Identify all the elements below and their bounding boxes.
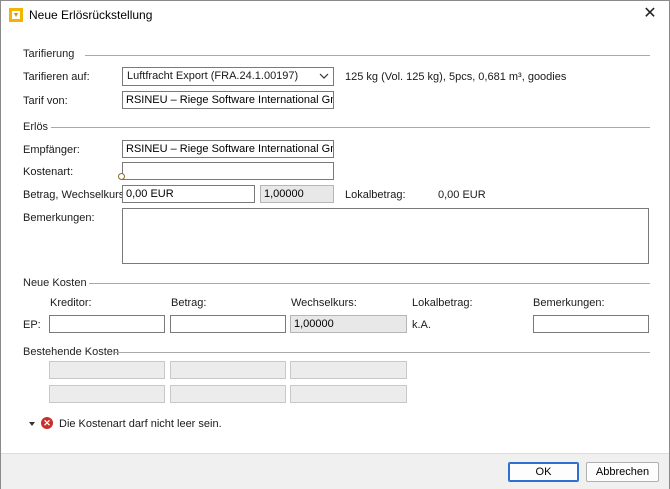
col-wechselkurs: Wechselkurs: <box>291 297 357 309</box>
wechselkurs-field[interactable]: 1,00000 <box>260 185 334 203</box>
expand-triangle-icon[interactable] <box>29 422 35 426</box>
existing-kreditor-field <box>49 361 165 379</box>
section-divider <box>51 127 650 128</box>
kostenart-label: Kostenart: <box>23 166 74 178</box>
validation-marker-icon <box>118 173 125 180</box>
tarifieren-dropdown[interactable]: Luftfracht Export (FRA.24.1.00197) <box>122 67 334 86</box>
col-kreditor: Kreditor: <box>50 297 92 309</box>
section-divider <box>85 55 650 56</box>
betrag-label: Betrag, Wechselkurs: <box>23 189 128 201</box>
abbrechen-button[interactable]: Abbrechen <box>586 462 659 482</box>
title-bar: Neue Erlösrückstellung ✕ <box>1 1 669 29</box>
wechselkurs-new-field[interactable]: 1,00000 <box>290 315 407 333</box>
tarif-von-label: Tarif von: <box>23 95 68 107</box>
shipment-info: 125 kg (Vol. 125 kg), 5pcs, 0,681 m³, go… <box>345 71 567 83</box>
app-logo-icon <box>9 8 23 22</box>
existing-betrag-field <box>170 361 286 379</box>
existing-wechselkurs-field <box>290 385 407 403</box>
section-divider <box>89 283 650 284</box>
col-betrag: Betrag: <box>171 297 207 309</box>
ok-button[interactable]: OK <box>508 462 579 482</box>
existing-wechselkurs-field <box>290 361 407 379</box>
bemerkungen-label: Bemerkungen: <box>23 212 95 224</box>
lokalbetrag-new-value: k.A. <box>412 319 431 331</box>
window-title: Neue Erlösrückstellung <box>29 8 153 22</box>
chevron-down-icon <box>319 73 329 79</box>
existing-kreditor-field <box>49 385 165 403</box>
kostenart-field[interactable] <box>122 162 334 180</box>
bemerkungen-new-field[interactable] <box>533 315 649 333</box>
section-bestehende-kosten: Bestehende Kosten <box>23 346 120 358</box>
empfaenger-field[interactable]: RSINEU – Riege Software International Gm… <box>122 140 334 158</box>
betrag-new-field[interactable] <box>170 315 286 333</box>
bemerkungen-textarea[interactable] <box>122 208 649 264</box>
lokalbetrag-value: 0,00 EUR <box>438 189 486 201</box>
validation-message: Die Kostenart darf nicht leer sein. <box>59 418 222 430</box>
dialog-window: Neue Erlösrückstellung ✕ Tarifierung Tar… <box>0 0 670 489</box>
kreditor-field[interactable] <box>49 315 165 333</box>
existing-betrag-field <box>170 385 286 403</box>
error-icon: ✕ <box>41 417 53 429</box>
row-label-ep: EP: <box>23 319 41 331</box>
section-divider <box>115 352 650 353</box>
button-bar: OK Abbrechen <box>1 453 669 489</box>
col-lokalbetrag: Lokalbetrag: <box>412 297 473 309</box>
close-button[interactable]: ✕ <box>639 4 661 24</box>
tarifieren-label: Tarifieren auf: <box>23 71 90 83</box>
tarif-von-field[interactable]: RSINEU – Riege Software International Gm… <box>122 91 334 109</box>
betrag-field[interactable]: 0,00 EUR <box>122 185 255 203</box>
section-tarifierung: Tarifierung <box>23 48 75 60</box>
section-neue-kosten: Neue Kosten <box>23 277 87 289</box>
empfaenger-label: Empfänger: <box>23 144 80 156</box>
section-erloes: Erlös <box>23 121 49 133</box>
tarifieren-value: Luftfracht Export (FRA.24.1.00197) <box>127 70 299 82</box>
col-bemerkungen: Bemerkungen: <box>533 297 605 309</box>
lokalbetrag-label: Lokalbetrag: <box>345 189 406 201</box>
